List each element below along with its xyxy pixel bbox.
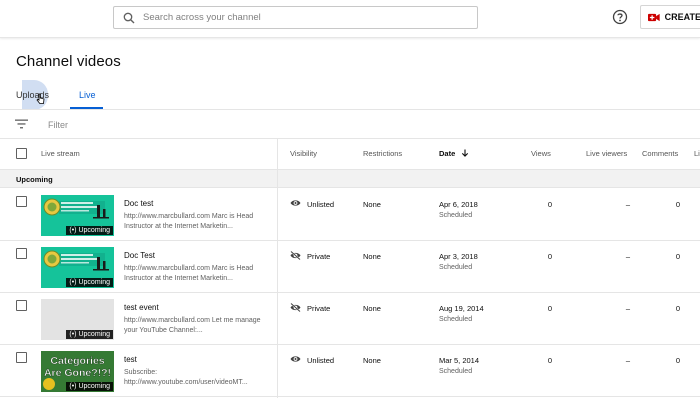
section-label: Upcoming <box>16 175 53 184</box>
visibility-label: Unlisted <box>307 199 335 209</box>
col-comments: Comments <box>642 149 679 158</box>
live-viewers-value: – <box>625 304 630 313</box>
badge-label: Upcoming <box>78 331 110 338</box>
table-row[interactable]: Categories Are Gone?!?! (•) Upcoming test… <box>0 345 700 397</box>
comments-value: 0 <box>675 252 680 261</box>
comments-value: 0 <box>675 356 680 365</box>
visibility-cell[interactable]: Unlisted <box>290 199 334 209</box>
search-input[interactable] <box>143 12 463 23</box>
col-likes-partial: Li <box>694 149 700 158</box>
comments-value: 0 <box>675 200 680 209</box>
table-row[interactable]: (•) Upcoming test event http://www.marcb… <box>0 293 700 345</box>
visibility-label: Private <box>307 252 331 261</box>
views-value: 0 <box>547 304 552 313</box>
live-viewers-value: – <box>625 200 630 209</box>
badge-label: Upcoming <box>78 279 110 286</box>
status-value: Scheduled <box>439 212 473 219</box>
create-button[interactable]: CREATE <box>640 5 700 29</box>
video-thumbnail[interactable]: (•) Upcoming <box>41 299 114 340</box>
badge-label: Upcoming <box>78 227 110 234</box>
restrictions-value: None <box>363 356 381 365</box>
visibility-cell[interactable]: Private <box>290 250 331 262</box>
restrictions-value: None <box>363 200 381 209</box>
restrictions-value: None <box>363 304 381 313</box>
search-box[interactable] <box>113 6 478 29</box>
video-description: http://www.marcbullard.com Let me manage… <box>124 317 261 334</box>
col-date-label: Date <box>439 149 456 158</box>
section-upcoming: Upcoming <box>0 170 700 188</box>
video-description: http://www.marcbullard.com Marc is Head … <box>124 265 254 282</box>
svg-text:Are Gone?!?!: Are Gone?!?! <box>44 367 111 379</box>
select-all-checkbox[interactable] <box>16 148 27 159</box>
video-title[interactable]: Doc test <box>124 199 153 208</box>
upcoming-badge: (•) Upcoming <box>66 382 113 391</box>
live-broadcast-icon: (•) <box>69 227 77 234</box>
restrictions-value: None <box>363 252 381 261</box>
live-broadcast-icon: (•) <box>69 383 77 390</box>
create-label: CREATE <box>664 12 700 22</box>
top-bar: CREATE <box>0 0 700 38</box>
comments-value: 0 <box>675 304 680 313</box>
live-broadcast-icon: (•) <box>69 331 77 338</box>
upcoming-badge: (•) Upcoming <box>66 330 113 339</box>
views-value: 0 <box>547 252 552 261</box>
visibility-cell[interactable]: Private <box>290 302 331 314</box>
help-icon[interactable] <box>612 9 628 25</box>
video-title[interactable]: Doc Test <box>124 251 155 260</box>
video-title[interactable]: test event <box>124 303 159 312</box>
visibility-label: Private <box>307 304 331 313</box>
page-title: Channel videos <box>16 53 121 70</box>
upcoming-badge: (•) Upcoming <box>66 226 113 235</box>
col-date[interactable]: Date <box>439 149 469 158</box>
views-value: 0 <box>547 200 552 209</box>
tab-live[interactable]: Live <box>79 90 96 100</box>
upcoming-badge: (•) Upcoming <box>66 278 113 287</box>
filter-input[interactable]: Filter <box>48 120 68 130</box>
badge-label: Upcoming <box>78 383 110 390</box>
views-value: 0 <box>547 356 552 365</box>
row-checkbox[interactable] <box>16 300 27 311</box>
sort-down-arrow-icon <box>462 149 469 157</box>
table-row[interactable]: (•) Upcoming Doc Test http://www.marcbul… <box>0 241 700 293</box>
row-checkbox[interactable] <box>16 248 27 259</box>
search-icon <box>123 12 135 23</box>
date-value: Mar 5, 2014 <box>439 356 480 365</box>
mouse-pointer-icon <box>36 93 45 104</box>
visibility-cell[interactable]: Unlisted <box>290 355 334 365</box>
col-views: Views <box>531 149 551 158</box>
date-value: Aug 19, 2014 <box>439 304 484 313</box>
live-broadcast-icon: (•) <box>69 279 77 286</box>
date-value: Apr 6, 2018 <box>439 200 478 209</box>
thumbnail-text: Categories <box>50 355 104 367</box>
eye-icon <box>290 199 307 209</box>
video-title[interactable]: test <box>124 355 137 364</box>
col-live-viewers: Live viewers <box>586 149 628 158</box>
col-restrictions: Restrictions <box>363 149 403 158</box>
live-viewers-value: – <box>625 356 630 365</box>
status-value: Scheduled <box>439 316 473 323</box>
table-row[interactable]: (•) Upcoming Doc test http://www.marcbul… <box>0 189 700 241</box>
filter-icon[interactable] <box>15 119 28 129</box>
video-thumbnail[interactable]: Categories Are Gone?!?! (•) Upcoming <box>41 351 114 392</box>
status-value: Scheduled <box>439 368 473 375</box>
row-checkbox[interactable] <box>16 196 27 207</box>
row-checkbox[interactable] <box>16 352 27 363</box>
filter-divider <box>0 138 700 139</box>
col-live-stream: Live stream <box>41 149 80 158</box>
live-viewers-value: – <box>625 252 630 261</box>
video-description: http://www.marcbullard.com Marc is Head … <box>124 213 254 230</box>
eye-off-icon <box>290 302 307 314</box>
video-description: Subscribe: http://www.youtube.com/user/v… <box>124 369 248 386</box>
eye-icon <box>290 355 307 365</box>
video-thumbnail[interactable]: (•) Upcoming <box>41 247 114 288</box>
status-value: Scheduled <box>439 264 473 271</box>
visibility-label: Unlisted <box>307 355 335 365</box>
eye-off-icon <box>290 250 307 262</box>
date-value: Apr 3, 2018 <box>439 252 478 261</box>
video-thumbnail[interactable]: (•) Upcoming <box>41 195 114 236</box>
col-visibility: Visibility <box>290 149 317 158</box>
video-camera-icon <box>648 13 660 21</box>
tabs-divider <box>0 109 700 110</box>
